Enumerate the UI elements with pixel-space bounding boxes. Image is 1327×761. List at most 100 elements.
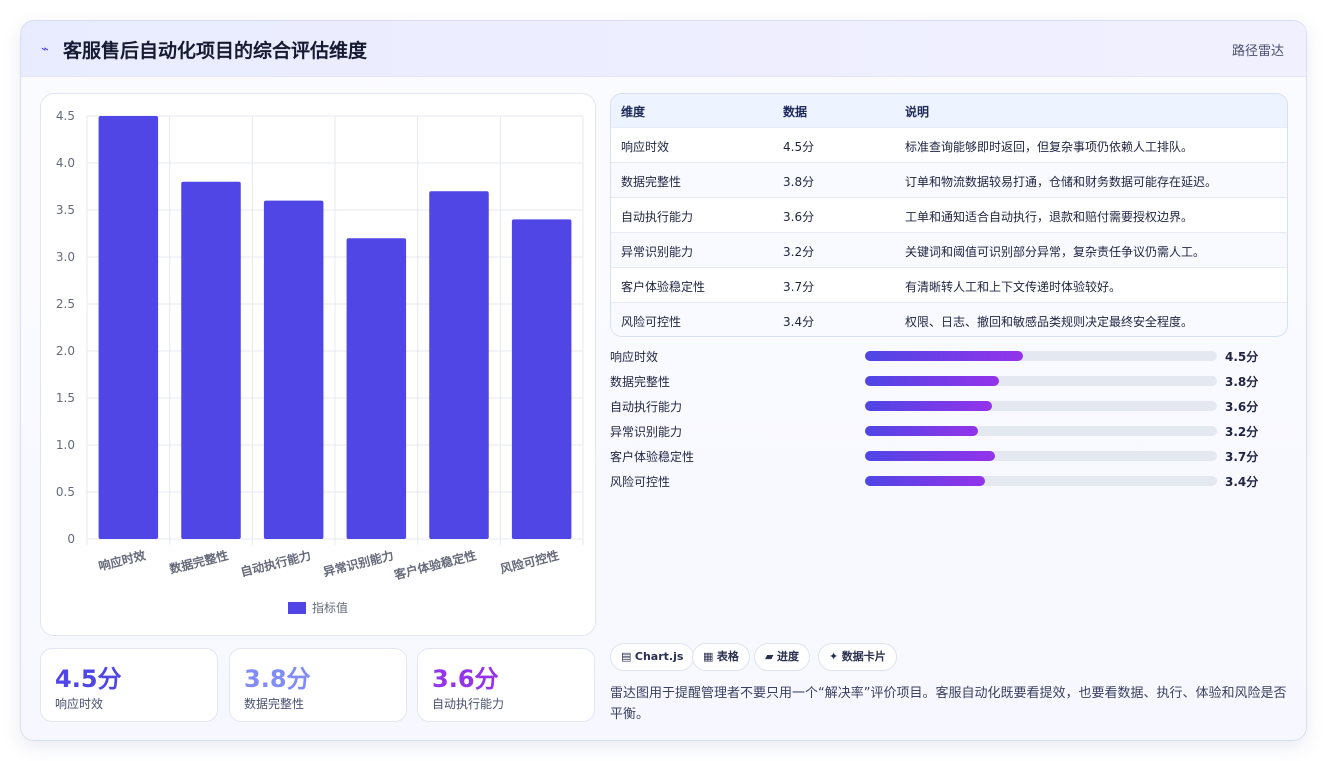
table-cell: 响应时效 [621, 140, 670, 154]
column-header: 数据 [783, 105, 808, 119]
table-row: 客户体验稳定性 3.7分 有清晰转人工和上下文传递时体验较好。 [611, 267, 1287, 302]
table-cell: 客户体验稳定性 [621, 280, 706, 294]
progress-value: 3.8分 [1225, 375, 1259, 389]
spark-icon: ⌁ [41, 42, 49, 57]
chip-label: 数据卡片 [841, 650, 886, 663]
table-row: 数据完整性 3.8分 订单和物流数据较易打通，仓储和财务数据可能存在延迟。 [611, 162, 1287, 197]
legend-label: 指标值 [312, 600, 348, 615]
table-cell: 标准查询能够即时返回，但复杂事项仍依赖人工排队。 [905, 140, 1194, 154]
progress-value: 3.4分 [1225, 475, 1259, 489]
bar-chart: 0 0.5 1.0 1.5 2.0 2.5 3.0 3.5 4.0 4.5 响应时效 数据完整性 自动执… [56, 109, 584, 615]
chip-data-card[interactable]: ✦ 数据卡片 [818, 643, 897, 671]
table-cell: 关键词和阈值可识别部分异常，复杂责任争议仍需人工。 [905, 245, 1206, 259]
x-tick-label: 数据完整性 [168, 547, 230, 576]
progress-track [865, 376, 1217, 386]
chip-progress[interactable]: ▰ 进度 [754, 643, 810, 671]
table-cell: 权限、日志、撤回和敏感品类规则决定最终安全程度。 [905, 315, 1194, 329]
y-tick-label: 2.0 [56, 344, 75, 358]
kpi-value: 3.8分 [244, 665, 311, 693]
table-cell: 自动执行能力 [621, 210, 694, 224]
progress-label: 响应时效 [610, 350, 659, 364]
table-cell: 3.4分 [783, 315, 815, 329]
progress-row: 异常识别能力 3.2分 [610, 421, 1270, 441]
y-tick-label: 0.5 [56, 485, 75, 499]
chip-label: Chart.js [634, 650, 684, 663]
kpi-card: 3.6分 自动执行能力 [417, 648, 595, 722]
table-cell: 数据完整性 [621, 175, 682, 189]
progress-track [865, 401, 1217, 411]
progress-track [865, 351, 1217, 361]
progress-row: 自动执行能力 3.6分 [610, 396, 1270, 416]
table-cell: 3.8分 [783, 175, 815, 189]
progress-fill [865, 426, 978, 436]
progress-fill [865, 376, 999, 386]
progress-label: 客户体验稳定性 [610, 450, 695, 464]
y-tick-label: 0 [67, 532, 75, 546]
bar [98, 116, 159, 539]
card-header: ⌁ 客服售后自动化项目的综合评估维度 路径雷达 [21, 21, 1306, 77]
x-tick-label: 自动执行能力 [239, 547, 313, 579]
table-cell: 工单和通知适合自动执行，退款和赔付需要授权边界。 [905, 210, 1194, 224]
chip-label: 进度 [776, 650, 799, 663]
data-table: 维度 数据 说明 响应时效 4.5分 标准查询能够即时返回，但复杂事项仍依赖人工… [610, 93, 1288, 337]
table-cell: 风险可控性 [621, 315, 682, 329]
x-tick-label: 客户体验稳定性 [392, 547, 478, 582]
table-cell: 异常识别能力 [621, 245, 694, 259]
y-tick-label: 1.0 [56, 438, 75, 452]
progress-track [865, 476, 1217, 486]
table-row: 响应时效 4.5分 标准查询能够即时返回，但复杂事项仍依赖人工排队。 [611, 127, 1287, 162]
table-icon: ▦ [703, 650, 714, 663]
progress-label: 异常识别能力 [610, 425, 683, 439]
column-header: 说明 [905, 105, 930, 119]
progress-value: 3.2分 [1225, 425, 1259, 439]
bar-chart-panel: 0 0.5 1.0 1.5 2.0 2.5 3.0 3.5 4.0 4.5 响应时效 数据完整性 自动执… [40, 93, 596, 636]
kpi-value: 4.5分 [55, 665, 122, 693]
progress-icon: ▰ [765, 650, 774, 663]
y-tick-label: 3.5 [56, 203, 75, 217]
kpi-label: 响应时效 [55, 697, 104, 711]
chip-table[interactable]: ▦ 表格 [692, 643, 750, 671]
progress-label: 风险可控性 [610, 475, 671, 489]
kpi-label: 数据完整性 [244, 697, 305, 711]
table-row: 自动执行能力 3.6分 工单和通知适合自动执行，退款和赔付需要授权边界。 [611, 197, 1287, 232]
table-row: 异常识别能力 3.2分 关键词和阈值可识别部分异常，复杂责任争议仍需人工。 [611, 232, 1287, 267]
table-cell: 3.7分 [783, 280, 815, 294]
progress-row: 风险可控性 3.4分 [610, 471, 1270, 491]
kpi-card: 4.5分 响应时效 [40, 648, 218, 722]
legend-swatch [288, 602, 306, 614]
kpi-label: 自动执行能力 [432, 697, 505, 711]
page-title: 客服售后自动化项目的综合评估维度 [63, 40, 368, 62]
kpi-card: 3.8分 数据完整性 [229, 648, 407, 722]
column-header: 维度 [621, 105, 646, 119]
table-row: 风险可控性 3.4分 权限、日志、撤回和敏感品类规则决定最终安全程度。 [611, 302, 1287, 336]
progress-track [865, 426, 1217, 436]
progress-value: 3.7分 [1225, 450, 1259, 464]
table-cell: 订单和物流数据较易打通，仓储和财务数据可能存在延迟。 [905, 175, 1218, 189]
x-tick-label: 风险可控性 [499, 547, 561, 576]
header-tag: 路径雷达 [1231, 44, 1284, 59]
y-tick-label: 2.5 [56, 297, 75, 311]
table-cell: 3.2分 [783, 245, 815, 259]
x-tick-label: 响应时效 [97, 547, 148, 573]
bar [429, 191, 489, 539]
main-card: ⌁ 客服售后自动化项目的综合评估维度 路径雷达 0 0.5 1.0 1.5 2.0 2.5… [20, 20, 1307, 741]
progress-row: 数据完整性 3.8分 [610, 371, 1270, 391]
progress-row: 响应时效 4.5分 [610, 346, 1270, 366]
y-tick-label: 3.0 [56, 250, 75, 264]
sparkle-icon: ✦ [829, 650, 839, 663]
progress-row: 客户体验稳定性 3.7分 [610, 446, 1270, 466]
progress-value: 4.5分 [1225, 350, 1259, 364]
chip-chartjs[interactable]: ▤ Chart.js [610, 643, 695, 671]
bar [346, 238, 407, 539]
bar [263, 200, 324, 539]
bar [181, 181, 241, 540]
progress-track [865, 451, 1217, 461]
chip-label: 表格 [716, 650, 739, 663]
progress-fill [865, 401, 992, 411]
chart-icon: ▤ [621, 650, 632, 663]
kpi-value: 3.6分 [432, 665, 499, 693]
progress-value: 3.6分 [1225, 400, 1259, 414]
y-tick-label: 4.0 [56, 156, 75, 170]
progress-fill [865, 476, 985, 486]
progress-fill [865, 451, 996, 461]
